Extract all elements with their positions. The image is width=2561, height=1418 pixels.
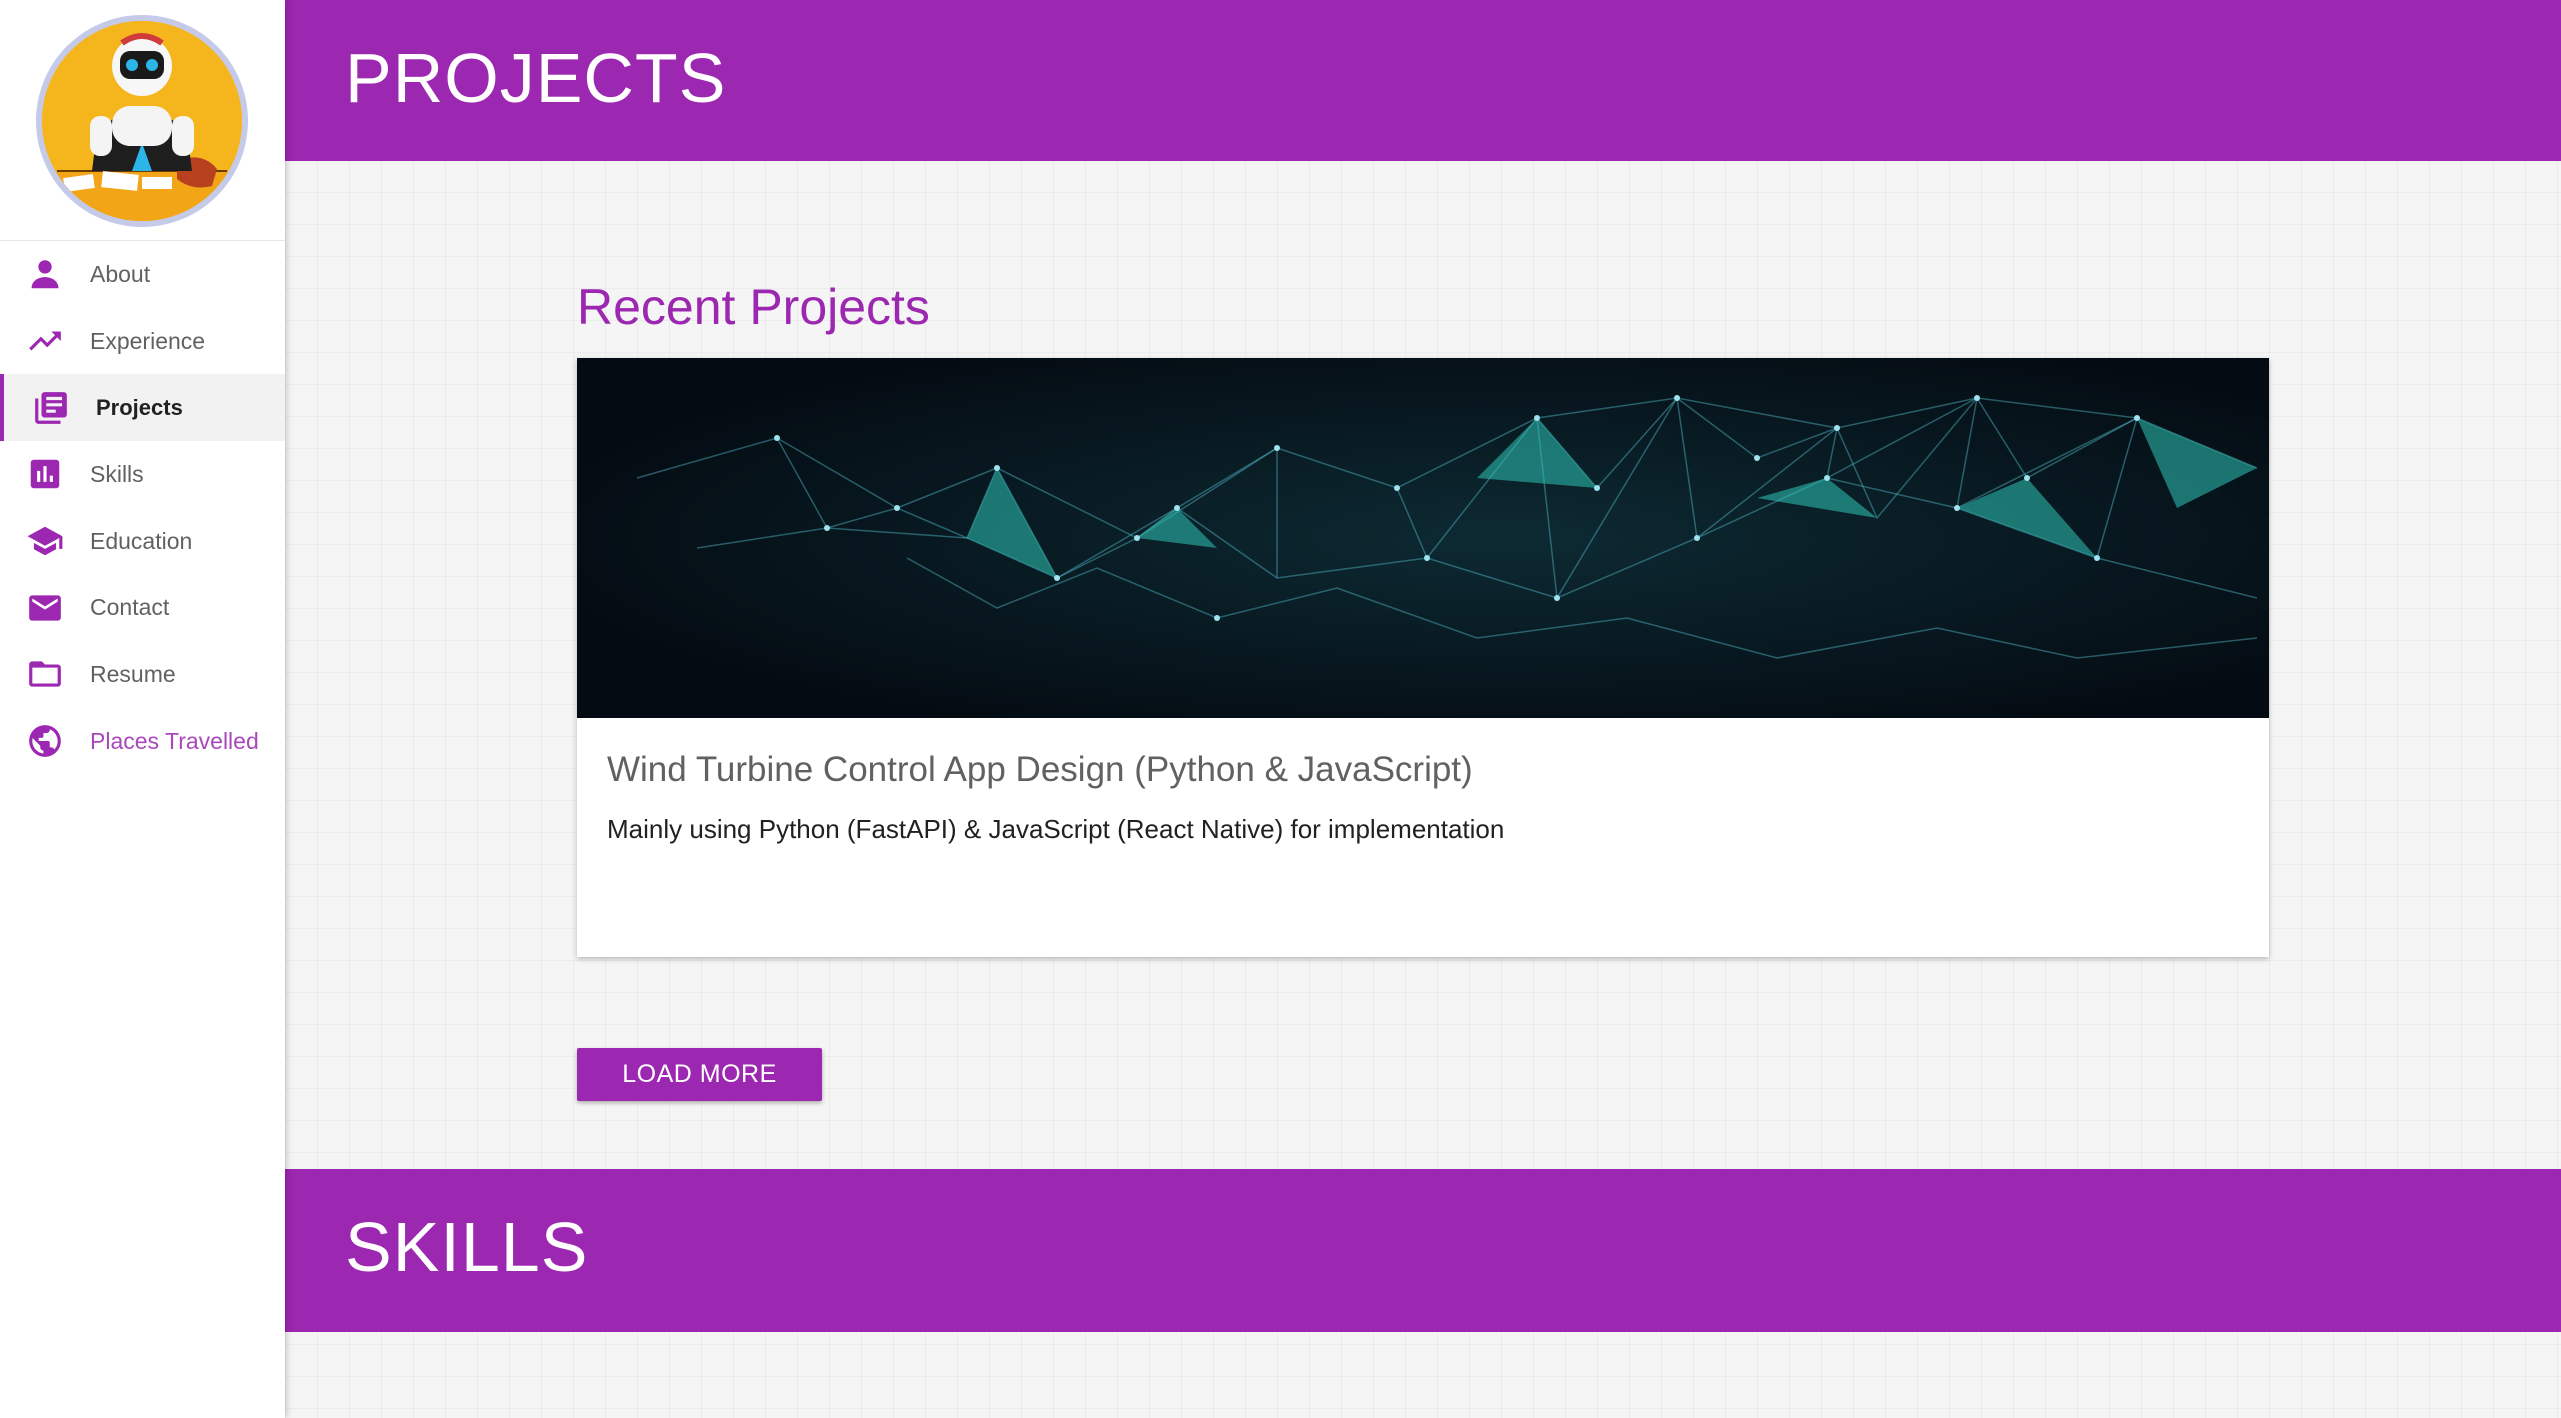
sidebar: About Experience Projects Skills Educati…	[0, 0, 285, 1418]
main-content: PROJECTS Recent Projects Wind Turbine Co…	[285, 0, 2561, 1418]
skills-section-title: SKILLS	[345, 1208, 589, 1286]
mail-icon	[25, 588, 65, 628]
sidebar-item-contact[interactable]: Contact	[0, 574, 285, 641]
project-card-title: Wind Turbine Control App Design (Python …	[607, 750, 1473, 789]
trending-up-icon	[25, 321, 65, 361]
sidebar-item-places-travelled[interactable]: Places Travelled	[0, 708, 285, 775]
projects-section-title: PROJECTS	[345, 39, 727, 117]
load-more-button[interactable]: LOAD MORE	[577, 1048, 822, 1101]
robot-avatar-image	[42, 21, 242, 221]
person-icon	[25, 254, 65, 294]
projects-section-header: PROJECTS	[285, 0, 2561, 161]
recent-projects-title: Recent Projects	[577, 279, 930, 335]
folder-icon	[25, 654, 65, 694]
skills-section-header: SKILLS	[285, 1169, 2561, 1332]
sidebar-item-label: About	[90, 260, 151, 287]
sidebar-item-education[interactable]: Education	[0, 508, 285, 575]
project-card[interactable]: Wind Turbine Control App Design (Python …	[577, 358, 2269, 957]
project-card-description: Mainly using Python (FastAPI) & JavaScri…	[607, 814, 1505, 844]
sidebar-item-label: Resume	[90, 660, 176, 687]
sidebar-item-label: Contact	[90, 594, 170, 621]
avatar[interactable]	[36, 15, 248, 227]
sidebar-item-projects[interactable]: Projects	[0, 374, 285, 442]
sidebar-item-label: Places Travelled	[90, 727, 259, 754]
sidebar-item-resume[interactable]: Resume	[0, 641, 285, 708]
avatar-container	[0, 0, 285, 241]
sidebar-item-skills[interactable]: Skills	[0, 441, 285, 508]
sidebar-item-label: Skills	[90, 460, 144, 487]
sidebar-item-label: Experience	[90, 327, 206, 354]
library-books-icon	[31, 388, 71, 428]
sidebar-item-experience[interactable]: Experience	[0, 308, 285, 375]
sidebar-nav: About Experience Projects Skills Educati…	[0, 241, 285, 775]
sidebar-item-about[interactable]: About	[0, 241, 285, 308]
globe-icon	[25, 721, 65, 761]
sidebar-item-label: Education	[90, 527, 193, 554]
bar-chart-icon	[25, 454, 65, 494]
project-card-image	[577, 358, 2269, 718]
sidebar-item-label: Projects	[96, 394, 183, 420]
graduation-cap-icon	[25, 521, 65, 561]
